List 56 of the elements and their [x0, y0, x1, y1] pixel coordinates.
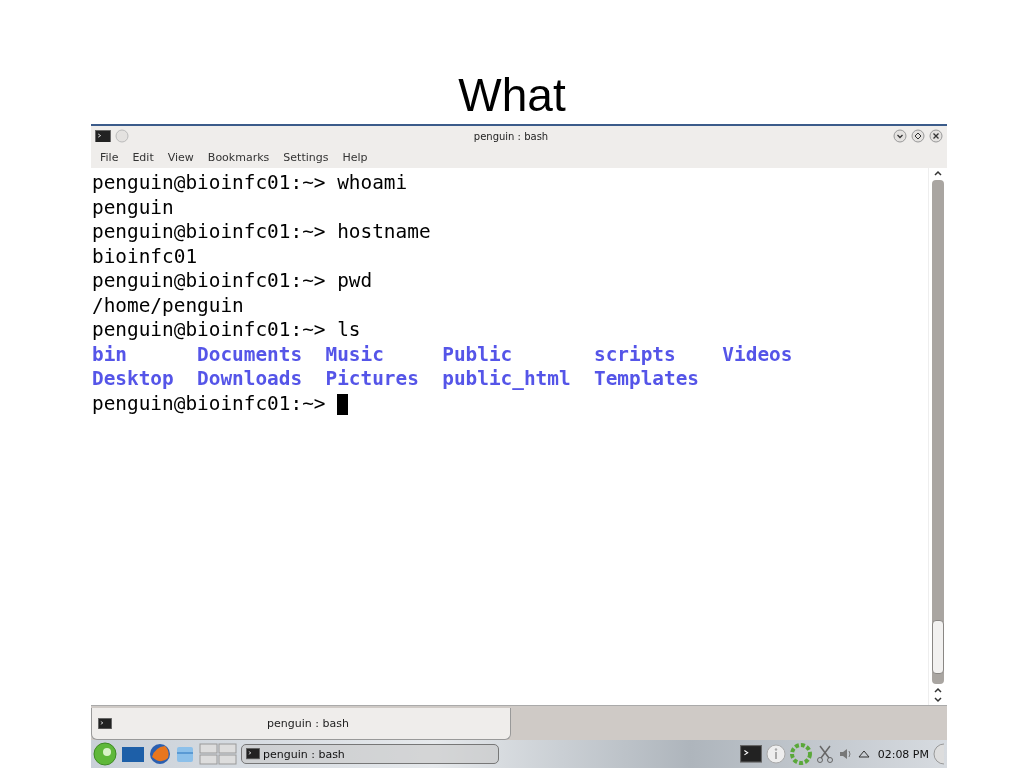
- directory-name: bin: [92, 342, 129, 367]
- scissors-icon[interactable]: [815, 744, 834, 764]
- menu-icon[interactable]: [93, 742, 117, 766]
- menu-item[interactable]: Help: [335, 150, 375, 164]
- terminal-icon: [98, 717, 112, 730]
- clock: 02:08 PM: [877, 747, 929, 761]
- directory-name: public_html: [442, 367, 572, 392]
- desktop-icon[interactable]: [121, 744, 145, 764]
- scroll-thumb[interactable]: [932, 620, 944, 674]
- directory-name: Public: [442, 342, 514, 367]
- close-icon[interactable]: [929, 129, 943, 143]
- panel-toggle-icon[interactable]: [933, 743, 945, 765]
- prompt-text: penguin@bioinfc01:~>: [92, 269, 326, 294]
- command-text: pwd: [337, 269, 373, 294]
- menu-item[interactable]: Edit: [125, 150, 161, 164]
- directory-name: Videos: [722, 342, 794, 367]
- menu-item[interactable]: Bookmarks: [200, 150, 277, 164]
- folder-icon[interactable]: [175, 744, 195, 764]
- task-button[interactable]: penguin : bash: [241, 744, 499, 764]
- menu-item[interactable]: File: [93, 150, 126, 164]
- output-text: penguin: [92, 195, 174, 220]
- minimize-icon[interactable]: [893, 129, 907, 143]
- output-text: /home/penguin: [92, 293, 244, 318]
- window-title: penguin : bash: [472, 130, 550, 142]
- command-text: ls: [337, 318, 361, 343]
- directory-name: Music: [325, 342, 385, 367]
- info-icon[interactable]: [765, 744, 786, 764]
- menu-item[interactable]: Settings: [276, 150, 336, 164]
- task-label: penguin : bash: [263, 747, 345, 761]
- prompt-text: penguin@bioinfc01:~>: [92, 220, 326, 245]
- scrollbar[interactable]: [928, 168, 947, 705]
- directory-name: Templates: [593, 367, 701, 392]
- slide-title: What: [458, 68, 566, 123]
- menu-item[interactable]: View: [160, 150, 201, 164]
- terminal-icon: [246, 748, 260, 760]
- directory-name: Pictures: [325, 367, 420, 392]
- directory-name: scripts: [593, 342, 677, 367]
- directory-name: Desktop: [92, 367, 175, 392]
- command-text: whoami: [337, 171, 408, 196]
- maximize-icon[interactable]: [911, 129, 925, 143]
- browser-icon[interactable]: [149, 743, 171, 765]
- terminal-icon: [739, 745, 762, 763]
- scroll-up-icon[interactable]: [933, 168, 943, 178]
- scroll-up-icon[interactable]: [933, 686, 943, 695]
- tray-expand-icon[interactable]: [857, 749, 870, 759]
- tab-label: penguin : bash: [266, 717, 350, 730]
- prompt-text: penguin@bioinfc01:~>: [92, 171, 326, 196]
- scroll-down-icon[interactable]: [933, 695, 943, 705]
- directory-name: Downloads: [197, 367, 304, 392]
- terminal-icon: [95, 129, 111, 143]
- command-text: hostname: [337, 220, 431, 245]
- session-tab[interactable]: penguin : bash: [91, 708, 511, 740]
- prompt-text: penguin@bioinfc01:~>: [92, 391, 326, 416]
- directory-name: Documents: [197, 342, 304, 367]
- prompt-text: penguin@bioinfc01:~>: [92, 318, 326, 343]
- output-text: bioinfc01: [92, 244, 198, 269]
